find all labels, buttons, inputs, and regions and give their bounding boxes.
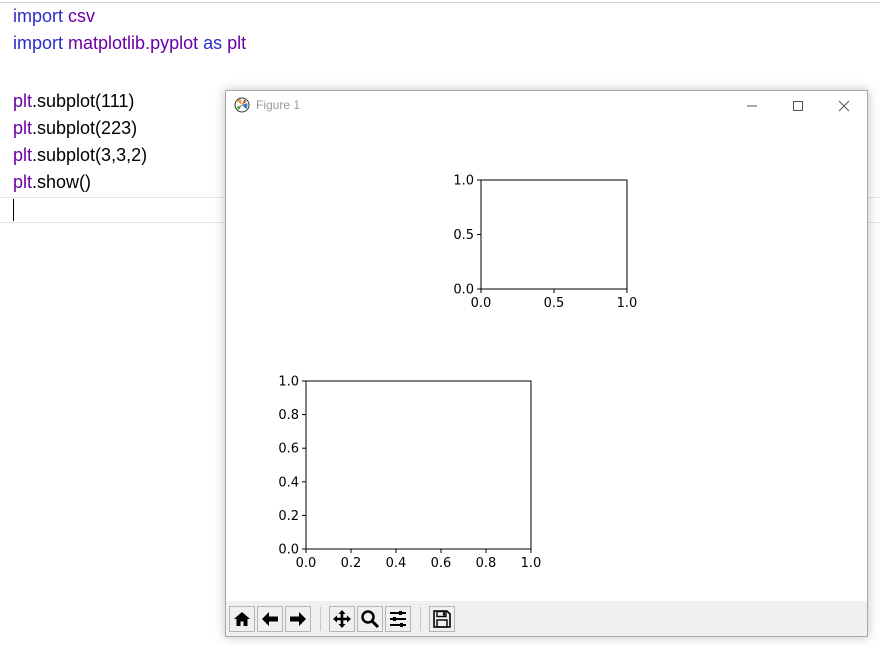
y-tick-label: 0.0 — [278, 543, 299, 558]
y-tick-label: 0.0 — [453, 283, 474, 298]
object-name: plt — [13, 91, 33, 111]
save-button[interactable] — [429, 606, 455, 632]
x-tick-label: 0.5 — [544, 296, 565, 311]
y-tick-label: 0.6 — [278, 442, 299, 457]
back-icon — [262, 612, 278, 626]
keyword: as — [203, 33, 223, 53]
configure-subplots-button[interactable] — [385, 606, 411, 632]
title-bar[interactable]: Figure 1 — [226, 91, 867, 121]
toolbar-separator — [420, 607, 421, 631]
module-name: matplotlib.pyplot — [68, 33, 199, 53]
keyword: import — [13, 33, 64, 53]
matplotlib-app-icon — [234, 97, 250, 113]
forward-icon — [290, 612, 306, 626]
forward-button[interactable] — [285, 606, 311, 632]
toolbar-separator — [320, 607, 321, 631]
method-call: .subplot(223) — [32, 118, 138, 138]
minimize-button[interactable] — [729, 91, 775, 121]
axes-frame — [305, 380, 532, 550]
text-caret — [13, 199, 14, 221]
x-tick-label: 0.8 — [476, 556, 497, 571]
code-line-2[interactable]: import matplotlib.pyplot as plt — [13, 30, 246, 57]
object-name: plt — [13, 172, 33, 192]
x-tick-label: 0.4 — [386, 556, 407, 571]
x-tick-label: 0.2 — [341, 556, 362, 571]
subplots-icon — [390, 611, 406, 627]
keyword: import — [13, 6, 64, 26]
object-name: plt — [13, 118, 33, 138]
method-call: .subplot(3,3,2) — [32, 145, 148, 165]
figure-canvas[interactable]: 0.0 0.5 1.0 0.0 0.5 1.0 0.0 0.2 0.4 0.6 0.8 1.0 0.0 0… — [226, 121, 867, 601]
module-name: csv — [68, 6, 96, 26]
window-title: Figure 1 — [256, 98, 301, 112]
maximize-icon — [793, 101, 803, 111]
pan-button[interactable] — [329, 606, 355, 632]
editor-top-border — [0, 2, 880, 3]
maximize-button[interactable] — [775, 91, 821, 121]
y-tick-label: 0.5 — [453, 228, 474, 243]
zoom-button[interactable] — [357, 606, 383, 632]
y-tick-label: 0.2 — [278, 509, 299, 524]
y-tick-label: 1.0 — [453, 174, 474, 189]
home-button[interactable] — [229, 606, 255, 632]
figure-window[interactable]: Figure 1 0.0 0.5 1.0 0.0 0.5 1.0 0.0 0.2 0.4 0.6 0… — [225, 90, 868, 637]
zoom-icon — [361, 610, 380, 629]
x-tick-label: 0.0 — [471, 296, 492, 311]
method-call: .show() — [32, 172, 92, 192]
close-button[interactable] — [821, 91, 867, 121]
code-line-5[interactable]: plt.subplot(223) — [13, 115, 137, 142]
save-icon — [433, 610, 451, 628]
pan-icon — [333, 610, 351, 628]
axes-frame — [480, 179, 628, 290]
x-tick-label: 1.0 — [521, 556, 542, 571]
close-icon — [838, 100, 850, 112]
home-icon — [234, 612, 250, 626]
code-line-4[interactable]: plt.subplot(111) — [13, 88, 134, 115]
method-call: .subplot(111) — [32, 91, 135, 111]
code-line-1[interactable]: import csv — [13, 3, 95, 30]
code-line-7[interactable]: plt.show() — [13, 169, 91, 196]
y-tick-label: 0.4 — [278, 475, 299, 490]
x-tick-label: 1.0 — [617, 296, 638, 311]
minimize-icon — [747, 105, 757, 107]
back-button[interactable] — [257, 606, 283, 632]
y-tick-label: 0.8 — [278, 408, 299, 423]
alias-name: plt — [227, 33, 247, 53]
code-line-6[interactable]: plt.subplot(3,3,2) — [13, 142, 147, 169]
y-tick-label: 1.0 — [278, 375, 299, 390]
object-name: plt — [13, 145, 33, 165]
x-tick-label: 0.6 — [431, 556, 452, 571]
navigation-toolbar — [226, 601, 867, 636]
x-tick-label: 0.0 — [296, 556, 317, 571]
